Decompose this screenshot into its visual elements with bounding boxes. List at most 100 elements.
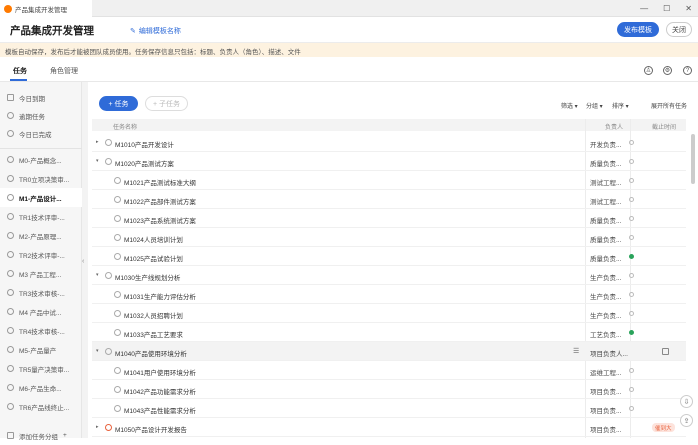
edit-template-name-label: 编辑模板名称 — [138, 28, 181, 35]
add-subtask-button[interactable]: + 子任务 — [145, 96, 188, 111]
sidebar-item-done-today[interactable]: 今日已完成 — [0, 124, 82, 143]
task-checkbox[interactable] — [105, 348, 112, 355]
calendar-select-icon[interactable] — [662, 348, 669, 355]
task-owner[interactable]: 测试工程... — [590, 177, 630, 187]
window-tab[interactable]: 产品集成开发管理 — [0, 0, 92, 17]
export-icon[interactable]: ⇩ — [680, 395, 693, 408]
task-owner[interactable]: 项目负责... — [590, 386, 630, 396]
task-checkbox[interactable] — [105, 158, 112, 165]
sidebar-group-item[interactable]: TR5量产决策审... — [0, 359, 82, 378]
task-checkbox[interactable] — [114, 196, 121, 203]
sidebar-item-due-today[interactable]: 今日到期 — [0, 88, 82, 107]
scrollbar[interactable] — [691, 134, 695, 184]
sidebar-group-item[interactable]: M0-产品概念... — [0, 150, 82, 169]
table-row[interactable]: M1022产品部件测试方案 测试工程... — [92, 190, 686, 209]
table-row[interactable]: M1021产品测试标准大纲 测试工程... — [92, 171, 686, 190]
add-task-button[interactable]: + 任务 — [99, 96, 138, 111]
sidebar-item-label: 逾期任务 — [19, 113, 45, 121]
sidebar-group-item[interactable]: M2-产品原理... — [0, 226, 82, 245]
task-checkbox[interactable] — [114, 253, 121, 260]
task-owner[interactable]: 质量负责... — [590, 215, 630, 225]
check-circle-icon — [7, 130, 14, 137]
table-row[interactable]: M1043产品性能需求分析 项目负责... — [92, 399, 686, 418]
task-owner[interactable]: 生产负责... — [590, 291, 630, 301]
reminder-badge[interactable]: 催到大 — [652, 423, 675, 432]
table-row[interactable]: ▾ M1030生产线规划分析 生产负责... — [92, 266, 686, 285]
group-dropdown[interactable]: 分组 ▾ — [586, 101, 603, 110]
table-row[interactable]: M1041用户使用环境分析 运维工程... — [92, 361, 686, 380]
table-row[interactable]: M1023产品系统测试方案 质量负责... — [92, 209, 686, 228]
collapse-arrow-icon[interactable]: ▾ — [96, 348, 99, 354]
close-button[interactable]: 关闭 — [666, 22, 692, 37]
task-checkbox[interactable] — [114, 234, 121, 241]
task-name: M1032人员招聘计划 — [124, 313, 183, 320]
publish-template-button[interactable]: 发布模板 — [617, 22, 659, 37]
sidebar-group-item[interactable]: M4 产品中试... — [0, 302, 82, 321]
table-row[interactable]: M1033产品工艺要求 工艺负责... — [92, 323, 686, 342]
sidebar-group-item[interactable]: M3 产品工程... — [0, 264, 82, 283]
row-detail-icon[interactable]: ☰ — [573, 347, 579, 355]
help-icon[interactable]: ? — [683, 66, 692, 75]
task-owner[interactable]: 质量负责... — [590, 158, 630, 168]
task-checkbox[interactable] — [114, 215, 121, 222]
task-owner[interactable]: 质量负责... — [590, 234, 630, 244]
table-row[interactable]: M1042产品功能需求分析 项目负责... — [92, 380, 686, 399]
expand-arrow-icon[interactable]: ▸ — [96, 139, 99, 145]
sidebar-group-item[interactable]: TR0立项决策审... — [0, 169, 82, 188]
task-owner[interactable]: 工艺负责... — [590, 329, 630, 339]
task-checkbox[interactable] — [114, 329, 121, 336]
tab-role-management[interactable]: 角色管理 — [50, 66, 78, 76]
task-checkbox[interactable] — [114, 291, 121, 298]
task-checkbox[interactable] — [114, 405, 121, 412]
task-owner[interactable]: 质量负责... — [590, 253, 630, 263]
filter-dropdown[interactable]: 筛选 ▾ — [561, 101, 578, 110]
task-owner[interactable]: 生产负责... — [590, 310, 630, 320]
tab-tasks[interactable]: 任务 — [13, 66, 27, 76]
sidebar-group-item[interactable]: TR3技术审核-... — [0, 283, 82, 302]
sidebar-group-item[interactable]: M5-产品量产 — [0, 340, 82, 359]
sidebar-group-item[interactable]: TR4技术审核-... — [0, 321, 82, 340]
minimize-icon[interactable]: — — [640, 4, 648, 13]
table-row[interactable]: M1031生产能力评估分析 生产负责... — [92, 285, 686, 304]
sidebar-item-overdue[interactable]: 逾期任务 — [0, 106, 82, 125]
task-owner[interactable]: 项目负责... — [590, 424, 630, 434]
table-row[interactable]: M1024人员培训计划 质量负责... — [92, 228, 686, 247]
member-icon[interactable]: ♙ — [644, 66, 653, 75]
edit-template-name-link[interactable]: ✎ 编辑模板名称 — [130, 26, 181, 36]
task-owner[interactable]: 生产负责... — [590, 272, 630, 282]
task-checkbox[interactable] — [114, 367, 121, 374]
task-checkbox[interactable] — [105, 272, 112, 279]
table-row[interactable]: ▾ M1020产品测试方案 质量负责... — [92, 152, 686, 171]
task-owner[interactable]: 测试工程... — [590, 196, 630, 206]
task-owner[interactable]: 开发负责... — [590, 139, 630, 149]
task-checkbox[interactable] — [114, 310, 121, 317]
expand-all-button[interactable]: 展开所有任务 — [651, 101, 687, 110]
table-row[interactable]: ▸ M1050产品设计开发报告 项目负责... 催到大 — [92, 418, 686, 437]
table-row[interactable]: M1025产品试验计划 质量负责... — [92, 247, 686, 266]
close-window-icon[interactable]: ✕ — [685, 4, 692, 13]
task-owner[interactable]: 运维工程... — [590, 367, 630, 377]
task-checkbox[interactable] — [105, 139, 112, 146]
status-dot-icon — [629, 235, 634, 240]
task-checkbox[interactable] — [114, 177, 121, 184]
task-owner[interactable]: 项目负责... — [590, 405, 630, 415]
maximize-icon[interactable]: ☐ — [663, 4, 670, 13]
expand-arrow-icon[interactable]: ▸ — [96, 424, 99, 430]
table-row[interactable]: M1032人员招聘计划 生产负责... — [92, 304, 686, 323]
task-checkbox[interactable] — [114, 386, 121, 393]
table-row-hovered[interactable]: ▾ M1040产品使用环境分析 ☰ 项目负责人... — [92, 342, 686, 361]
table-row[interactable]: ▸ M1010产品开发设计 开发负责... — [92, 133, 686, 152]
sidebar-group-item-selected[interactable]: M1-产品设计... — [0, 188, 82, 207]
sidebar-group-item[interactable]: TR6产品线终止... — [0, 397, 82, 416]
sort-dropdown[interactable]: 排序 ▾ — [612, 101, 629, 110]
sidebar-group-item[interactable]: TR2技术评审-... — [0, 245, 82, 264]
collapse-arrow-icon[interactable]: ▾ — [96, 272, 99, 278]
sidebar-group-item[interactable]: TR1技术评审-... — [0, 207, 82, 226]
task-owner[interactable]: 项目负责人... — [590, 348, 630, 358]
sidebar-group-item[interactable]: M6-产品生命... — [0, 378, 82, 397]
collapse-arrow-icon[interactable]: ▾ — [96, 158, 99, 164]
settings-gear-icon[interactable]: ⚙ — [663, 66, 672, 75]
task-checkbox[interactable] — [105, 424, 112, 431]
share-icon[interactable]: ⇪ — [680, 414, 693, 427]
add-task-group-button[interactable]: 添加任务分组 + — [0, 426, 82, 445]
